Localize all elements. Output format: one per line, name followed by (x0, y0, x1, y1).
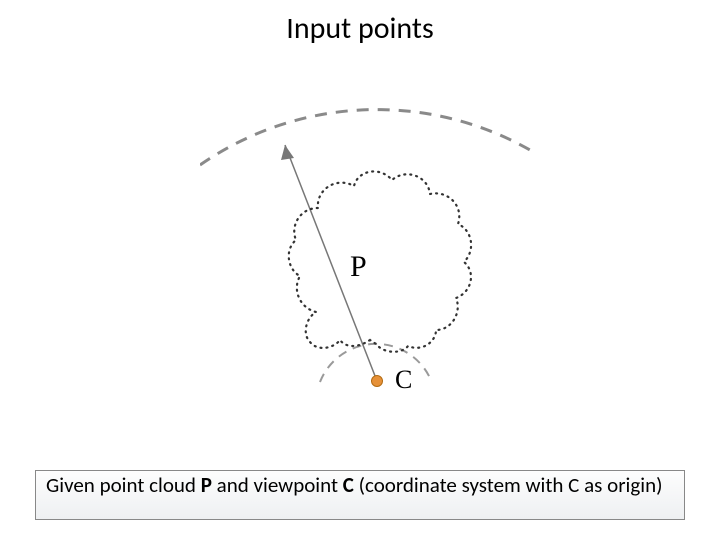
pointcloud-outline (289, 171, 471, 351)
viewpoint-c-dot (372, 376, 383, 387)
caption-p: P (201, 472, 212, 498)
caption-text-1: Given point cloud (46, 472, 201, 498)
label-c: C (395, 365, 412, 395)
radial-arrow-head (281, 145, 294, 160)
page-title: Input points (0, 10, 720, 47)
label-p: P (350, 250, 367, 284)
caption-text-3: (coordinate system with C as origin) (354, 472, 663, 498)
outer-arc (200, 110, 530, 165)
caption-text-2: and viewpoint (212, 472, 343, 498)
input-points-diagram (200, 90, 540, 410)
caption-box: Given point cloud P and viewpoint C (coo… (35, 470, 685, 520)
caption-c: C (343, 472, 354, 498)
